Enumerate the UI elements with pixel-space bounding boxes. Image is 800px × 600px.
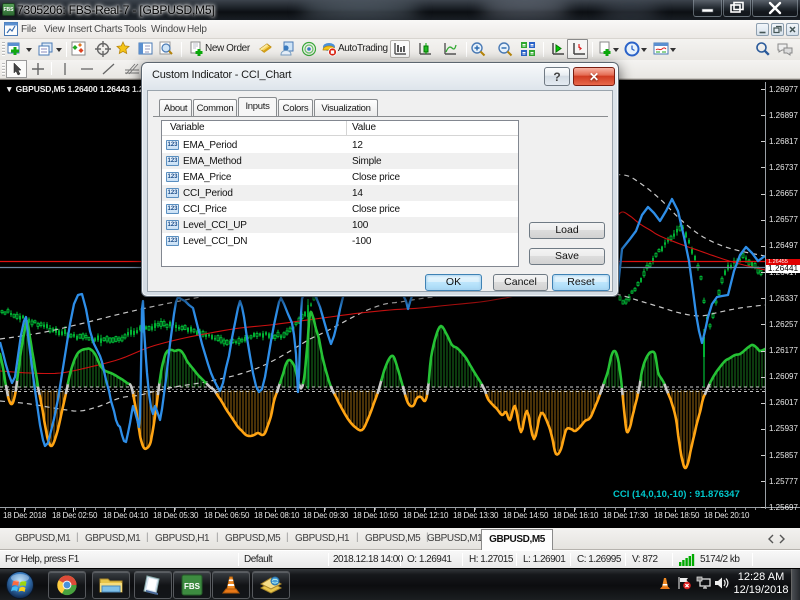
- svg-text:FBS: FBS: [184, 582, 201, 591]
